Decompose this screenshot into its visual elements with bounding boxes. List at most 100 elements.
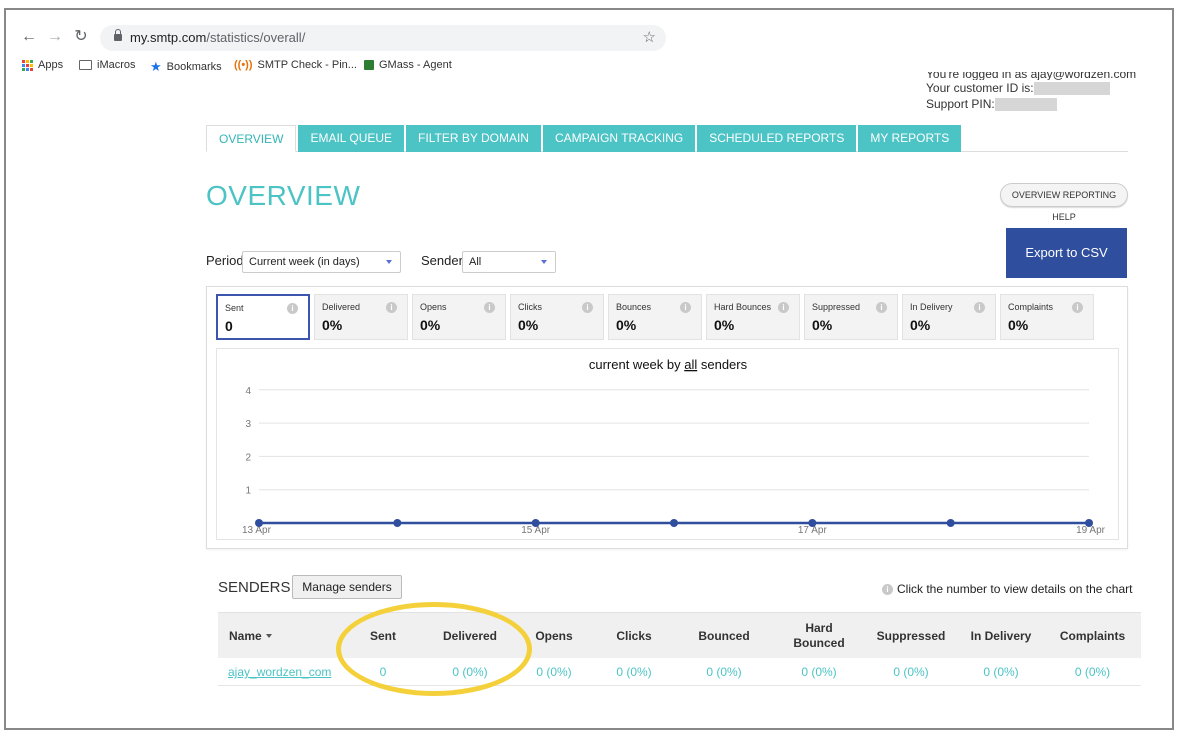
y-tick-label: 2	[245, 452, 251, 463]
cell-bounced[interactable]: 0 (0%)	[674, 658, 774, 686]
info-icon[interactable]: i	[876, 302, 887, 313]
info-icon: i	[882, 583, 893, 595]
manage-senders-button[interactable]: Manage senders	[292, 575, 402, 599]
table-row: ajay_wordzen_com 0 0 (0%) 0 (0%) 0 (0%) …	[218, 658, 1141, 686]
column-header-name[interactable]: Name	[218, 613, 330, 659]
info-icon[interactable]: i	[484, 302, 495, 313]
page-title: OVERVIEW	[206, 180, 361, 211]
sender-select[interactable]: All	[462, 251, 556, 273]
customer-id-line: Your customer ID is:	[926, 80, 1136, 96]
period-label: Period	[206, 253, 244, 268]
info-icon[interactable]: i	[582, 302, 593, 313]
senders-title: SENDERS	[218, 579, 291, 596]
bookmark-star-icon[interactable]: ☆	[643, 28, 656, 46]
info-icon[interactable]: i	[1072, 302, 1083, 313]
redacted-customer-id	[1033, 82, 1110, 96]
cell-complaints[interactable]: 0 (0%)	[1044, 658, 1141, 686]
column-header-opens[interactable]: Opens	[514, 613, 594, 659]
column-header-suppressed[interactable]: Suppressed	[864, 613, 958, 659]
period-select[interactable]: Current week (in days)	[242, 251, 401, 273]
metric-value: 0%	[1008, 317, 1029, 333]
metric-value: 0%	[518, 317, 539, 333]
info-icon[interactable]: i	[386, 302, 397, 313]
metric-label: Sent	[225, 303, 244, 313]
data-point	[946, 519, 955, 527]
logged-in-text: You're logged in as ajay@wordzen.com	[926, 72, 1137, 80]
bookmark-gmass[interactable]: GMass - Agent	[364, 59, 452, 71]
sort-down-icon	[265, 634, 272, 638]
metric-value: 0%	[420, 317, 441, 333]
tab-my-reports[interactable]: MY REPORTS	[858, 125, 962, 152]
column-header-delivered[interactable]: Delivered	[426, 613, 514, 659]
metric-label: Hard Bounces	[714, 302, 772, 312]
address-bar[interactable]: my.smtp.com/statistics/overall/ ☆	[100, 25, 666, 51]
chart-title: current week by all senders	[589, 357, 748, 372]
senders-table-header: Name Sent Delivered Opens Clicks Bounced…	[218, 612, 1141, 658]
bookmark-imacros[interactable]: iMacros	[79, 59, 136, 71]
sender-name-link[interactable]: ajay_wordzen_com	[228, 658, 340, 686]
forward-arrow-icon[interactable]: →	[46, 28, 64, 46]
cell-sent[interactable]: 0	[340, 658, 426, 686]
metric-value: 0%	[714, 317, 735, 333]
column-header-complaints[interactable]: Complaints	[1044, 613, 1141, 659]
metric-value: 0	[225, 318, 233, 334]
data-point	[670, 519, 678, 527]
info-icon[interactable]: i	[680, 302, 691, 313]
chevron-down-icon	[541, 260, 547, 264]
info-icon[interactable]: i	[287, 303, 298, 314]
cell-clicks[interactable]: 0 (0%)	[594, 658, 674, 686]
tab-overview[interactable]: OVERVIEW	[206, 125, 297, 152]
column-header-clicks[interactable]: Clicks	[594, 613, 674, 659]
metric-card-in-delivery[interactable]: In Delivery 0% i	[902, 294, 996, 340]
cell-in-delivery[interactable]: 0 (0%)	[958, 658, 1044, 686]
metric-card-hard-bounces[interactable]: Hard Bounces 0% i	[706, 294, 800, 340]
data-point	[393, 519, 402, 527]
export-csv-button[interactable]: Export to CSV	[1006, 228, 1127, 278]
gmass-logo-icon	[364, 60, 374, 70]
reload-icon[interactable]: ↻	[72, 28, 90, 46]
stats-panel: Sent 0 i Delivered 0% i Opens 0% i Clicks 0% i Bounc…	[206, 286, 1128, 549]
cell-opens[interactable]: 0 (0%)	[514, 658, 594, 686]
info-icon[interactable]: i	[778, 302, 789, 313]
chart-container: current week by all senders 1 2 3 4 13 Apr 15 …	[216, 348, 1119, 540]
metric-card-bounces[interactable]: Bounces 0% i	[608, 294, 702, 340]
chart-hint: i Click the number to view details on th…	[882, 582, 1132, 596]
tab-filter-by-domain[interactable]: FILTER BY DOMAIN	[406, 125, 541, 152]
metric-card-sent[interactable]: Sent 0 i	[216, 294, 310, 340]
y-tick-label: 3	[245, 419, 251, 430]
column-header-in-delivery[interactable]: In Delivery	[958, 613, 1044, 659]
tab-campaign-tracking[interactable]: CAMPAIGN TRACKING	[542, 125, 696, 152]
info-icon[interactable]: i	[974, 302, 985, 313]
data-point	[1085, 519, 1093, 527]
metric-card-opens[interactable]: Opens 0% i	[412, 294, 506, 340]
cell-hard-bounced[interactable]: 0 (0%)	[774, 658, 864, 686]
bookmark-apps[interactable]: Apps	[22, 59, 63, 71]
browser-toolbar: ← → ↻ my.smtp.com/statistics/overall/ ☆	[6, 10, 1172, 56]
bookmark-smtp-check[interactable]: ((•)) SMTP Check - Pin...	[234, 59, 357, 71]
metric-value: 0%	[812, 317, 833, 333]
data-point	[808, 519, 817, 527]
column-header-hard-bounced[interactable]: Hard Bounced	[774, 613, 864, 659]
metric-card-clicks[interactable]: Clicks 0% i	[510, 294, 604, 340]
metric-card-delivered[interactable]: Delivered 0% i	[314, 294, 408, 340]
metric-label: Opens	[420, 302, 447, 312]
tab-email-queue[interactable]: EMAIL QUEUE	[298, 125, 405, 152]
cell-delivered[interactable]: 0 (0%)	[426, 658, 514, 686]
bookmark-bookmarks[interactable]: ★ Bookmarks	[150, 59, 222, 75]
url-text[interactable]: my.smtp.com/statistics/overall/	[130, 30, 305, 45]
back-arrow-icon[interactable]: ←	[20, 28, 38, 46]
column-header-bounced[interactable]: Bounced	[674, 613, 774, 659]
data-point	[531, 519, 540, 527]
overview-help-button[interactable]: OVERVIEW REPORTING HELP	[1000, 183, 1128, 222]
metric-card-complaints[interactable]: Complaints 0% i	[1000, 294, 1094, 340]
folder-icon	[79, 60, 92, 70]
metric-value: 0%	[616, 317, 637, 333]
y-tick-label: 1	[245, 486, 251, 497]
metric-card-suppressed[interactable]: Suppressed 0% i	[804, 294, 898, 340]
metric-label: Suppressed	[812, 302, 861, 312]
metric-label: Delivered	[322, 302, 361, 312]
tab-scheduled-reports[interactable]: SCHEDULED REPORTS	[697, 125, 857, 152]
metric-value: 0%	[910, 317, 931, 333]
column-header-sent[interactable]: Sent	[340, 613, 426, 659]
cell-suppressed[interactable]: 0 (0%)	[864, 658, 958, 686]
